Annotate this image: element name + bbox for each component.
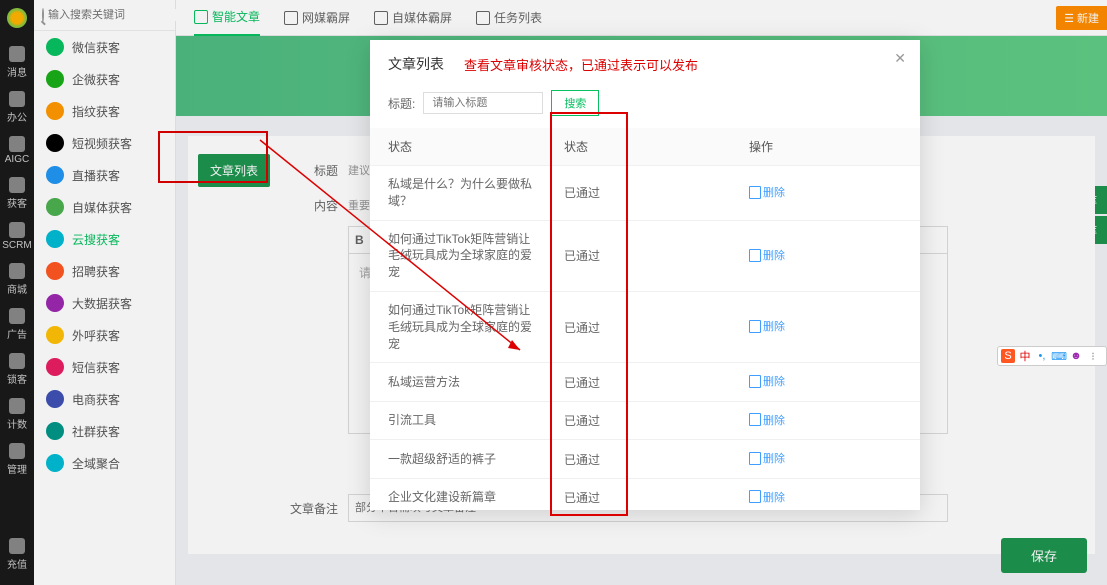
close-icon[interactable]: ✕ <box>894 50 906 67</box>
row-title: 如何通过TikTok矩阵营销让毛绒玩具成为全球家庭的爱宠 <box>370 291 550 362</box>
col-status: 状态 <box>550 128 735 166</box>
ime-keyboard-icon[interactable]: ⌨ <box>1052 349 1066 363</box>
modal-search-label: 标题: <box>388 95 415 112</box>
ime-toolbar[interactable]: S 中 •, ⌨ ☻ ⁝ <box>997 346 1107 366</box>
row-status: 已通过 <box>550 363 735 402</box>
ime-punct-icon[interactable]: •, <box>1035 349 1049 363</box>
ime-menu-icon[interactable]: ⁝ <box>1086 349 1100 363</box>
modal-search-input[interactable] <box>423 92 543 114</box>
row-status: 已通过 <box>550 220 735 291</box>
row-status: 已通过 <box>550 401 735 440</box>
row-status: 已通过 <box>550 440 735 479</box>
modal-search-button[interactable]: 搜索 <box>551 90 599 116</box>
row-title: 私域是什么？为什么要做私域？ <box>370 166 550 221</box>
modal-title: 文章列表 <box>388 54 444 74</box>
row-status: 已通过 <box>550 166 735 221</box>
row-title: 企业文化建设新篇章 <box>370 478 550 510</box>
table-row: 一款超级舒适的裤子已通过删除 <box>370 440 920 479</box>
table-row: 引流工具已通过删除 <box>370 401 920 440</box>
delete-link[interactable]: 删除 <box>749 373 785 389</box>
ime-emoji-icon[interactable]: ☻ <box>1069 349 1083 363</box>
row-title: 私域运营方法 <box>370 363 550 402</box>
modal-table: 状态 状态 操作 私域是什么？为什么要做私域？已通过删除如何通过TikTok矩阵… <box>370 128 920 510</box>
delete-link[interactable]: 删除 <box>749 247 785 263</box>
table-row: 私域是什么？为什么要做私域？已通过删除 <box>370 166 920 221</box>
delete-link[interactable]: 删除 <box>749 318 785 334</box>
col-title: 状态 <box>370 128 550 166</box>
delete-link[interactable]: 删除 <box>749 184 785 200</box>
table-row: 如何通过TikTok矩阵营销让毛绒玩具成为全球家庭的爱宠已通过删除 <box>370 291 920 362</box>
row-title: 如何通过TikTok矩阵营销让毛绒玩具成为全球家庭的爱宠 <box>370 220 550 291</box>
table-row: 企业文化建设新篇章已通过删除 <box>370 478 920 510</box>
delete-link[interactable]: 删除 <box>749 450 785 466</box>
delete-link[interactable]: 删除 <box>749 412 785 428</box>
col-action: 操作 <box>735 128 920 166</box>
row-title: 引流工具 <box>370 401 550 440</box>
table-row: 如何通过TikTok矩阵营销让毛绒玩具成为全球家庭的爱宠已通过删除 <box>370 220 920 291</box>
table-row: 私域运营方法已通过删除 <box>370 363 920 402</box>
ime-s-icon: S <box>1001 349 1015 363</box>
modal-hint: 查看文章审核状态，已通过表示可以发布 <box>464 55 698 74</box>
row-title: 一款超级舒适的裤子 <box>370 440 550 479</box>
article-list-modal: 文章列表 查看文章审核状态，已通过表示可以发布 ✕ 标题: 搜索 状态 状态 操… <box>370 40 920 510</box>
row-status: 已通过 <box>550 478 735 510</box>
delete-link[interactable]: 删除 <box>749 489 785 505</box>
ime-lang[interactable]: 中 <box>1018 349 1032 363</box>
row-status: 已通过 <box>550 291 735 362</box>
